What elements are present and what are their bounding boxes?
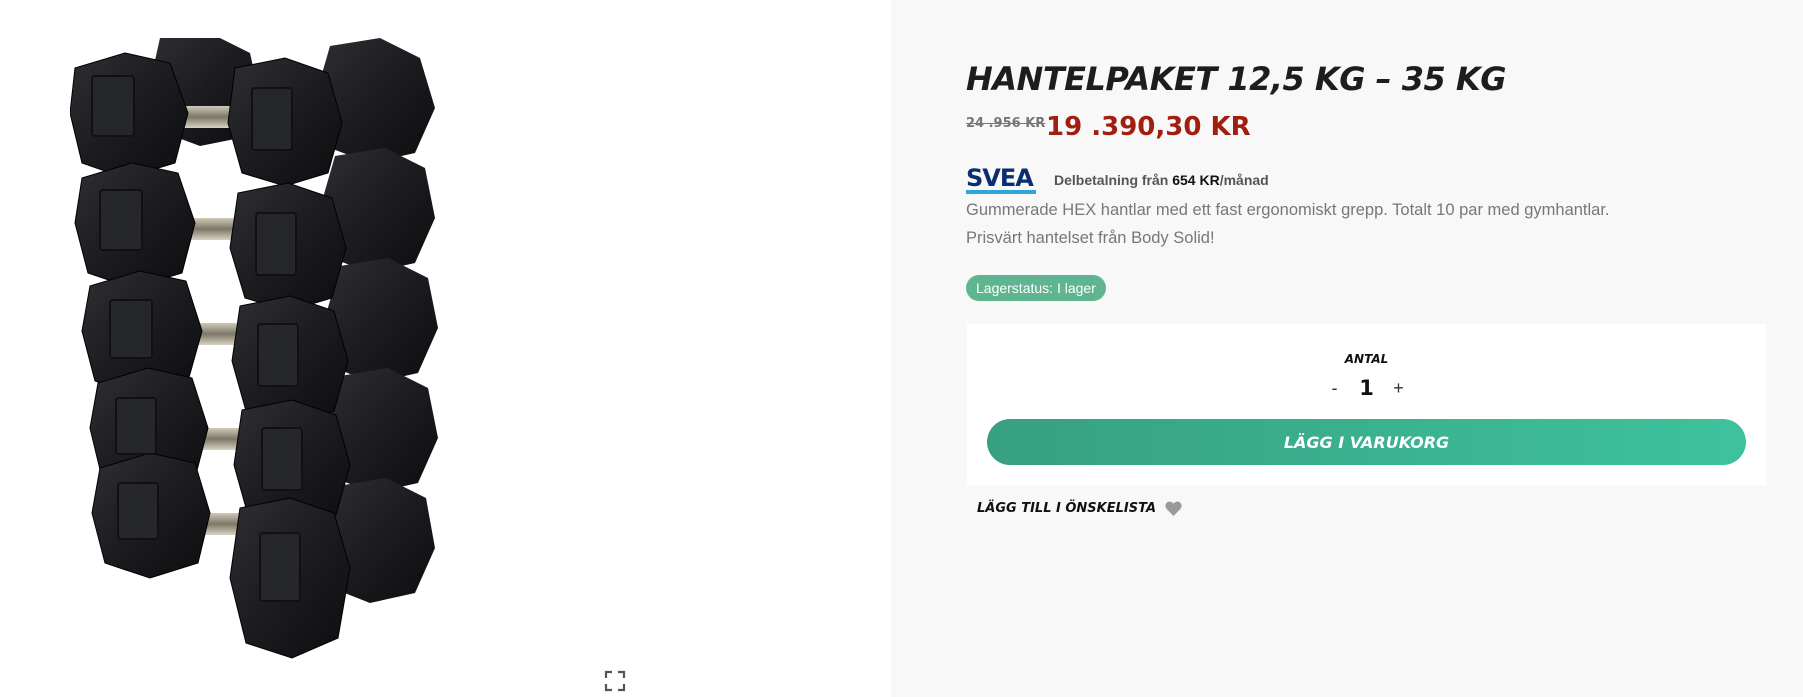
- stock-status-badge: Lagerstatus: I lager: [966, 275, 1106, 301]
- quantity-stepper: -1 +: [967, 376, 1766, 400]
- expand-icon[interactable]: [603, 669, 627, 693]
- quantity-value[interactable]: 1: [1347, 376, 1387, 400]
- svea-logo: SVEA: [966, 165, 1036, 194]
- add-to-cart-button[interactable]: LÄGG I VARUKORG: [987, 419, 1746, 465]
- product-gallery: [0, 0, 891, 697]
- product-title: HANTELPAKET 12,5 KG – 35 KG: [966, 60, 1506, 98]
- financing-text: Delbetalning från: [1054, 172, 1173, 188]
- financing-amount: 654 KR: [1172, 172, 1220, 188]
- decrement-button[interactable]: -: [1323, 378, 1347, 399]
- increment-button[interactable]: +: [1387, 378, 1411, 399]
- svg-text:SVEA: SVEA: [966, 165, 1034, 192]
- wishlist-label: LÄGG TILL I ÖNSKELISTA: [977, 500, 1157, 516]
- add-to-wishlist-link[interactable]: LÄGG TILL I ÖNSKELISTA: [977, 497, 1182, 519]
- heart-icon[interactable]: [1165, 501, 1182, 516]
- financing-period: /månad: [1219, 172, 1269, 188]
- product-description: Gummerade HEX hantlar med ett fast ergon…: [966, 196, 1666, 252]
- add-to-cart-box: ANTAL -1 + LÄGG I VARUKORG: [967, 324, 1766, 485]
- old-price: 24 .956 KR: [966, 116, 1046, 131]
- product-image[interactable]: [70, 38, 470, 697]
- description-line: Prisvärt hantelset från Body Solid!: [966, 229, 1215, 247]
- financing-info: Delbetalning från 654 KR/månad: [1054, 172, 1269, 188]
- current-price: 19 .390,30 KR: [1046, 112, 1251, 142]
- quantity-label: ANTAL: [1344, 352, 1389, 366]
- description-line: Gummerade HEX hantlar med ett fast ergon…: [966, 201, 1610, 219]
